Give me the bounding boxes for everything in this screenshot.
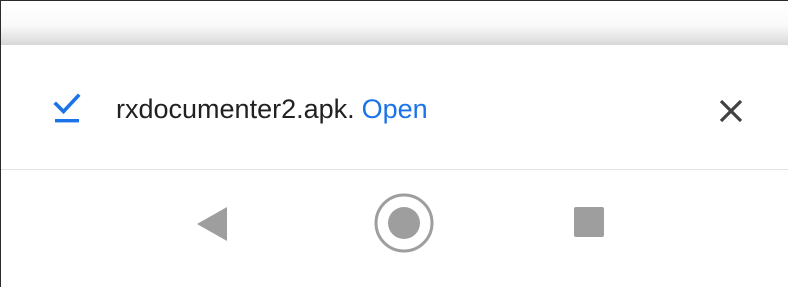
download-message: rxdocumenter2.apk. Open <box>116 89 428 129</box>
download-complete-check-icon <box>53 91 81 125</box>
home-circle-icon <box>374 193 434 253</box>
download-complete-bar: rxdocumenter2.apk. Open <box>1 45 788 170</box>
screen-frame: rxdocumenter2.apk. Open <box>0 0 788 287</box>
close-icon <box>719 99 743 123</box>
back-triangle-icon <box>197 207 227 241</box>
recents-button[interactable] <box>569 202 609 242</box>
android-navigation-bar <box>1 170 788 287</box>
open-file-link[interactable]: Open <box>362 94 428 124</box>
dismiss-download-button[interactable] <box>709 89 753 133</box>
page-content-edge <box>1 1 788 45</box>
recents-square-icon <box>574 207 604 237</box>
downloaded-filename: rxdocumenter2.apk. <box>116 94 355 124</box>
home-button[interactable] <box>371 190 437 256</box>
back-button[interactable] <box>193 198 233 246</box>
